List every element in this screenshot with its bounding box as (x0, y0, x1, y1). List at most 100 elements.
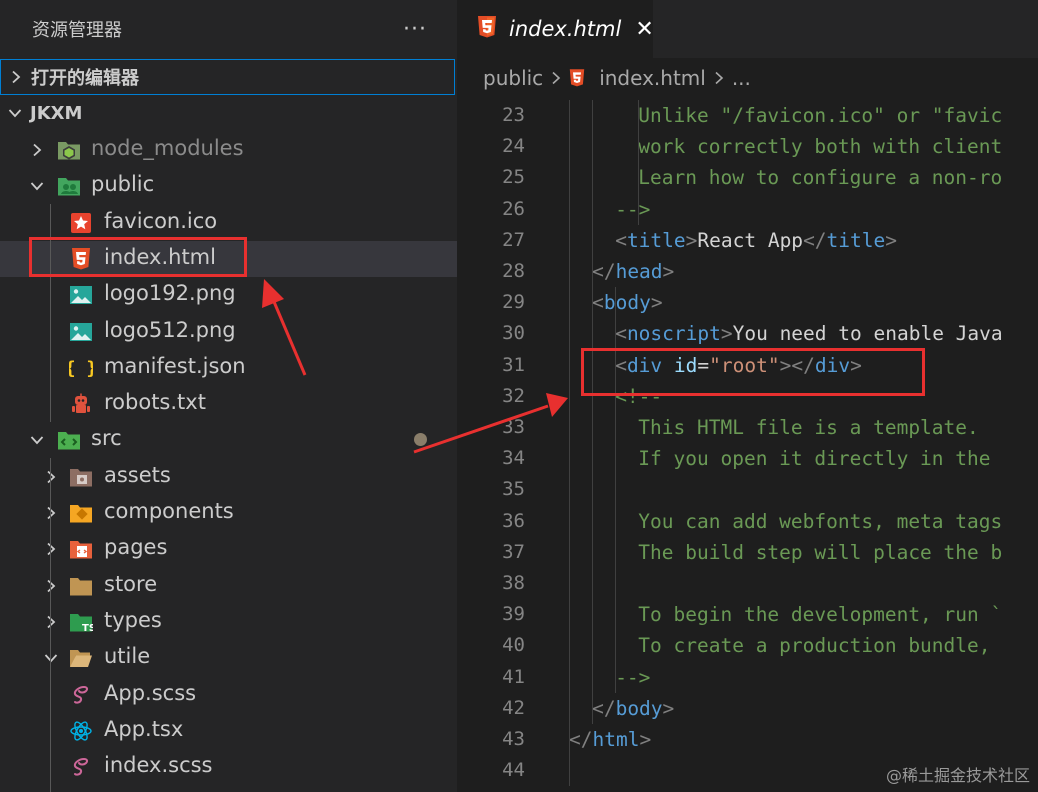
code-token-punct: < (615, 353, 627, 377)
code-line[interactable]: 42 </body> (457, 693, 1038, 724)
chevron-right-icon (551, 66, 561, 90)
code-line[interactable]: 37 The build step will place the b (457, 537, 1038, 568)
code-token-punct: > (850, 353, 862, 377)
tree-item-robots-txt[interactable]: robots.txt (0, 386, 457, 422)
breadcrumb-more[interactable]: ... (732, 66, 751, 90)
code-line[interactable]: 31 <div id="root"></div> (457, 350, 1038, 381)
breadcrumb-folder[interactable]: public (483, 66, 543, 90)
code-token-punct: > (662, 696, 675, 720)
code-line[interactable]: 26 --> (457, 194, 1038, 225)
code-line[interactable]: 23 Unlike "/favicon.ico" or "favic (457, 100, 1038, 131)
tree-item-components[interactable]: components (0, 495, 457, 531)
tree-item-logo192-png[interactable]: logo192.png (0, 277, 457, 313)
folder-icon (69, 574, 93, 598)
code-token-tag: noscript (626, 322, 721, 346)
code-token-com: The build step will place the b (638, 540, 1003, 564)
indent-guide (50, 458, 51, 792)
tree-item-types[interactable]: TS types (0, 604, 457, 640)
code-text: <noscript>You need to enable Java (615, 318, 1002, 349)
tree-item-label: robots.txt (104, 390, 206, 415)
code-line[interactable]: 28 </head> (457, 256, 1038, 287)
project-label: JKXM (30, 102, 83, 124)
code-token-tag: body (615, 696, 663, 720)
code-line[interactable]: 41 --> (457, 662, 1038, 693)
tree-item-index-html[interactable]: index.html (0, 240, 457, 277)
tree-item-label: logo192.png (104, 281, 236, 306)
code-text: To create a production bundle, (638, 630, 990, 661)
indent-guide (638, 100, 639, 225)
code-text: Learn how to configure a non-ro (638, 162, 1002, 193)
code-line[interactable]: 32 <!-- (457, 381, 1038, 412)
code-line[interactable]: 35 (457, 474, 1038, 505)
line-number: 39 (502, 603, 525, 626)
code-line[interactable]: 30 <noscript>You need to enable Java (457, 318, 1038, 349)
tree-item-store[interactable]: store (0, 568, 457, 604)
project-section[interactable]: JKXM (0, 95, 455, 131)
tree-item-pages[interactable]: pages (0, 531, 457, 567)
code-text: To begin the development, run ` (638, 599, 1002, 630)
chevron-right-icon[interactable] (30, 143, 44, 157)
tree-item-index-scss[interactable]: index.scss (0, 749, 457, 785)
code-token-tag: div (626, 353, 663, 377)
components-folder-icon (69, 501, 93, 525)
tree-item-favicon-ico[interactable]: favicon.ico (0, 205, 457, 241)
line-number: 35 (502, 478, 525, 501)
open-editors-section[interactable]: 打开的编辑器 (0, 59, 455, 95)
code-text: </body> (592, 693, 674, 724)
tree-item-utile[interactable]: utile (0, 640, 457, 676)
tree-item-public[interactable]: public (0, 168, 457, 204)
tree-item-src[interactable]: src (0, 422, 457, 458)
line-number: 23 (502, 104, 525, 126)
chevron-right-icon[interactable] (44, 579, 58, 593)
tree-item-app-scss[interactable]: App.scss (0, 677, 457, 713)
explorer-title: 资源管理器 (32, 20, 122, 41)
code-token-punct: > (650, 291, 663, 315)
explorer-sidebar: 资源管理器 ··· 打开的编辑器 JKXM node_modules public… (0, 0, 457, 792)
code-line[interactable]: 33 This HTML file is a template. (457, 412, 1038, 443)
chevron-down-icon[interactable] (44, 651, 58, 665)
chevron-down-icon[interactable] (30, 433, 44, 447)
modified-dot-icon (414, 433, 427, 446)
code-line[interactable]: 39 To begin the development, run ` (457, 599, 1038, 630)
tree-item-label: App.tsx (104, 716, 184, 741)
chevron-right-icon[interactable] (44, 542, 58, 556)
chevron-right-icon[interactable] (44, 470, 58, 484)
tree-item-node-modules[interactable]: node_modules (0, 132, 457, 168)
image-icon (69, 320, 93, 344)
code-line[interactable]: 43 </html> (457, 724, 1038, 755)
code-line[interactable]: 34 If you open it directly in the (457, 443, 1038, 474)
pages-folder-icon (69, 537, 93, 561)
code-line[interactable]: 36 You can add webfonts, meta tags (457, 506, 1038, 537)
code-line[interactable]: 25 Learn how to configure a non-ro (457, 162, 1038, 193)
tree-item-manifest-json[interactable]: { } manifest.json (0, 350, 457, 386)
explorer-header: 资源管理器 ··· (0, 0, 457, 58)
tab-index-html[interactable]: index.html ✕ (457, 0, 654, 58)
code-line[interactable]: 38 (457, 568, 1038, 599)
assets-folder-icon (69, 465, 93, 489)
code-line[interactable]: 40 To create a production bundle, (457, 630, 1038, 661)
more-actions-icon[interactable]: ··· (403, 17, 427, 42)
close-icon[interactable]: ✕ (635, 17, 653, 42)
code-token-punct: </ (569, 728, 593, 751)
code-text: You can add webfonts, meta tags (638, 506, 1002, 537)
code-token-str: "root" (709, 353, 780, 377)
tree-item-label: types (104, 607, 162, 632)
code-token-com: --> (615, 197, 651, 221)
chevron-right-icon[interactable] (44, 615, 58, 629)
tree-item-assets[interactable]: assets (0, 459, 457, 495)
code-line[interactable]: 29 <body> (457, 287, 1038, 318)
chevron-down-icon[interactable] (30, 179, 44, 193)
line-number: 27 (502, 228, 525, 251)
code-token-com: This HTML file is a template. (638, 416, 979, 439)
code-text: --> (615, 662, 650, 693)
code-token-text: React App (697, 228, 804, 252)
code-line[interactable]: 24 work correctly both with client (457, 131, 1038, 162)
line-number: 44 (502, 759, 525, 782)
tree-item-logo512-png[interactable]: logo512.png (0, 314, 457, 350)
image-icon (69, 283, 93, 307)
chevron-right-icon[interactable] (44, 506, 58, 520)
tree-item-app-tsx[interactable]: App.tsx (0, 713, 457, 749)
code-line[interactable]: 27 <title>React App</title> (457, 225, 1038, 256)
breadcrumb-file[interactable]: index.html (599, 66, 706, 90)
code-token-punct: ></ (779, 353, 815, 377)
